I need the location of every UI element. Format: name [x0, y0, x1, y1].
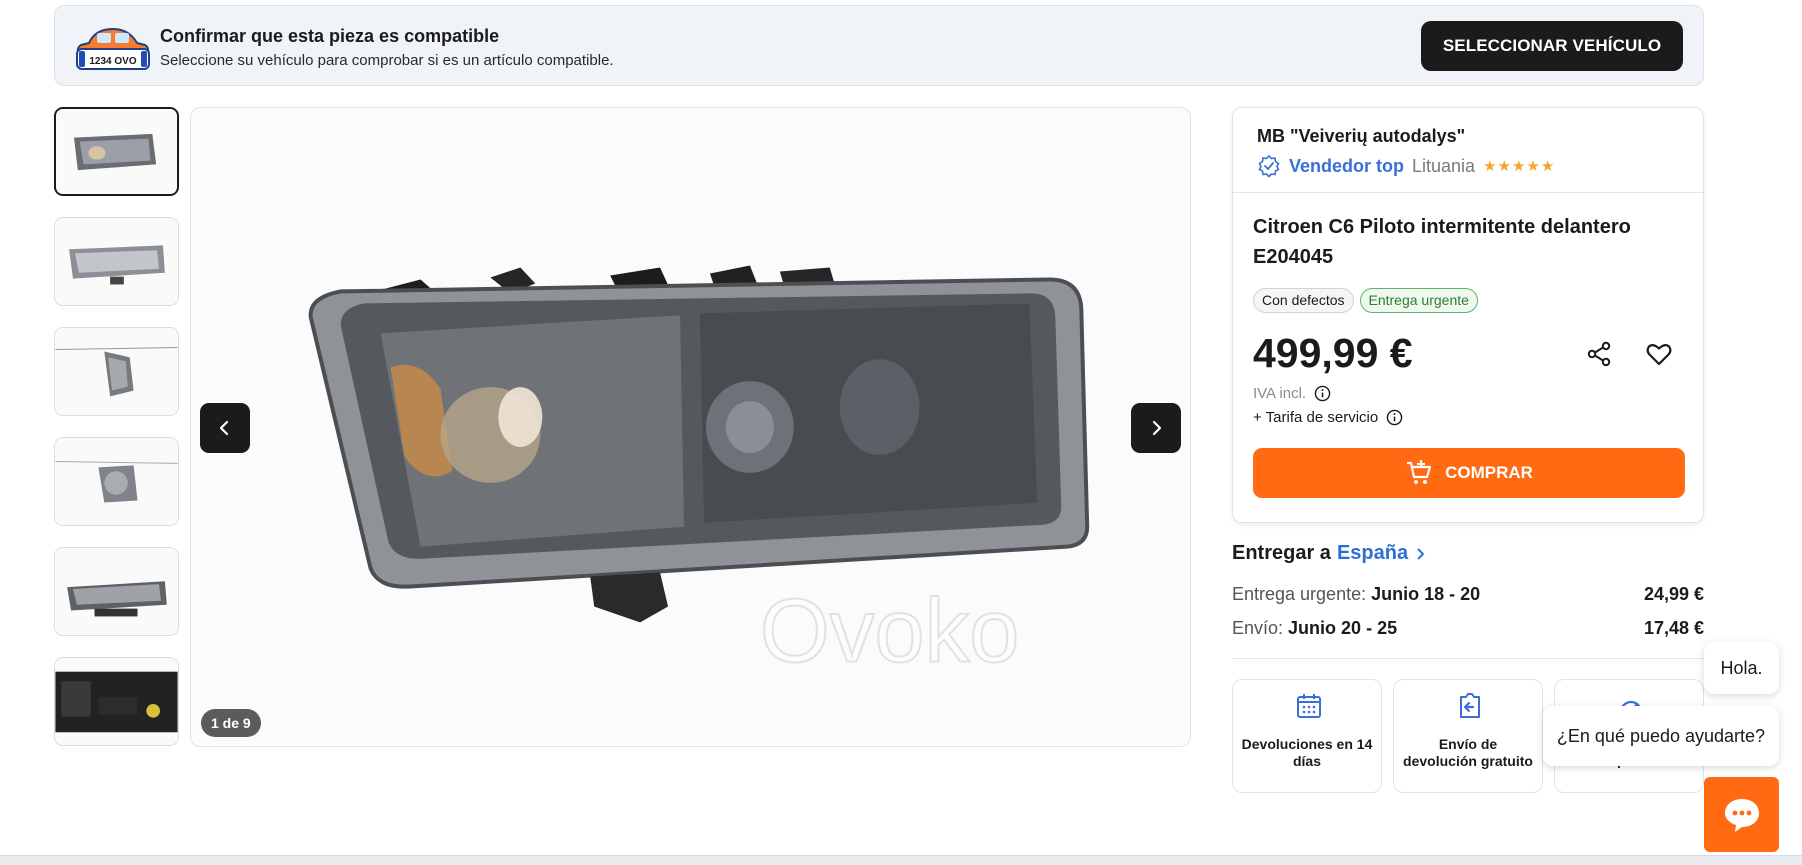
service-fee-label: + Tarifa de servicio [1253, 409, 1379, 426]
car-plate-logo: 1234 OVO [76, 27, 150, 70]
seller-info: Vendedor top Lituania ★★★★★ [1257, 154, 1555, 178]
buy-button[interactable]: COMPRAR [1253, 448, 1685, 498]
buy-button-label: COMPRAR [1445, 463, 1533, 482]
info-icon[interactable] [1386, 409, 1403, 426]
chat-prompt[interactable]: ¿En qué puedo ayudarte? [1543, 706, 1779, 766]
watermark: Ovoko [760, 581, 1020, 681]
chevron-right-icon [1152, 420, 1162, 436]
seller-badge: Vendedor top [1289, 155, 1405, 176]
vat-info: IVA incl. [1253, 385, 1331, 402]
product-tags: Con defectos Entrega urgente [1253, 288, 1478, 313]
heart-icon[interactable] [1645, 340, 1673, 368]
gallery-thumbnail-4[interactable] [54, 437, 179, 526]
standard-shipping-row: Envío: Junio 20 - 25 17,48 € [1232, 618, 1704, 639]
share-icon[interactable] [1585, 340, 1613, 368]
chat-icon [1724, 798, 1759, 832]
urgent-shipping-dates: Junio 18 - 20 [1371, 584, 1481, 604]
gallery-next-button[interactable] [1131, 403, 1181, 453]
thumbnail-image [55, 548, 178, 635]
deliver-to-label: Entregar a [1232, 542, 1331, 564]
benefit-free-return: Envío de devolución gratuito [1393, 679, 1543, 793]
deliver-to: Entregar a España [1232, 542, 1426, 565]
gallery-prev-button[interactable] [200, 403, 250, 453]
benefit-text: Envío de devolución gratuito [1403, 736, 1533, 769]
plate-text: 1234 OVO [89, 56, 136, 67]
seller-country: Lituania [1412, 155, 1476, 176]
delivery-country-link[interactable]: España [1337, 542, 1408, 565]
headlight-photo: Ovoko [191, 108, 1190, 746]
service-fee: + Tarifa de servicio [1253, 409, 1403, 426]
thumbnail-image [55, 328, 178, 415]
return-box-icon [1460, 693, 1480, 718]
info-icon[interactable] [1314, 385, 1331, 402]
gallery-thumbnail-1[interactable] [54, 107, 179, 196]
image-counter: 1 de 9 [201, 709, 261, 737]
benefit-text: Devoluciones en 14 días [1241, 736, 1373, 769]
chevron-left-icon [219, 420, 229, 436]
standard-shipping-cost: 17,48 € [1643, 618, 1704, 638]
thumbnail-image [56, 109, 177, 194]
seller-name[interactable]: MB "Veiverių autodalys" [1257, 126, 1465, 147]
rating-stars: ★★★★★ [1483, 158, 1556, 175]
urgent-shipping-cost: 24,99 € [1643, 584, 1704, 604]
divider [1232, 658, 1704, 659]
gallery-thumbnail-6[interactable] [54, 657, 179, 746]
gallery-thumbnail-3[interactable] [54, 327, 179, 416]
condition-tag: Con defectos [1253, 288, 1354, 313]
chat-button[interactable] [1704, 777, 1779, 852]
chat-greeting[interactable]: Hola. [1704, 642, 1779, 694]
select-vehicle-button[interactable]: SELECCIONAR VEHÍCULO [1421, 21, 1683, 71]
add-to-cart-icon [1407, 460, 1432, 484]
thumbnail-image [55, 218, 178, 305]
gallery-thumbnail-5[interactable] [54, 547, 179, 636]
standard-shipping-label: Envío: [1232, 618, 1284, 638]
thumbnail-image [55, 658, 178, 745]
divider [1233, 192, 1703, 193]
price: 499,99 € [1253, 330, 1413, 376]
compat-subtitle: Seleccione su vehículo para comprobar si… [160, 52, 614, 69]
benefit-returns: Devoluciones en 14 días [1232, 679, 1382, 793]
urgent-shipping-row: Entrega urgente: Junio 18 - 20 24,99 € [1232, 584, 1704, 605]
standard-shipping-dates: Junio 20 - 25 [1288, 618, 1398, 638]
calendar-icon [1297, 694, 1321, 718]
product-title: Citroen C6 Piloto intermitente delantero… [1253, 216, 1631, 268]
chevron-right-icon[interactable] [1414, 547, 1426, 561]
urgent-delivery-tag: Entrega urgente [1359, 288, 1478, 313]
vat-label: IVA incl. [1253, 385, 1307, 402]
thumbnail-image [55, 438, 178, 525]
verified-badge-icon [1258, 154, 1280, 178]
product-card: MB "Veiverių autodalys" Vendedor top Lit… [1232, 107, 1704, 523]
compat-title: Confirmar que esta pieza es compatible [160, 26, 500, 46]
main-product-image[interactable]: Ovoko 1 de 9 [190, 107, 1191, 747]
urgent-shipping-label: Entrega urgente: [1232, 584, 1367, 604]
gallery-thumbnail-2[interactable] [54, 217, 179, 306]
compatibility-banner: 1234 OVO Confirmar que esta pieza es com… [54, 5, 1704, 86]
page-footer-edge [0, 855, 1802, 865]
